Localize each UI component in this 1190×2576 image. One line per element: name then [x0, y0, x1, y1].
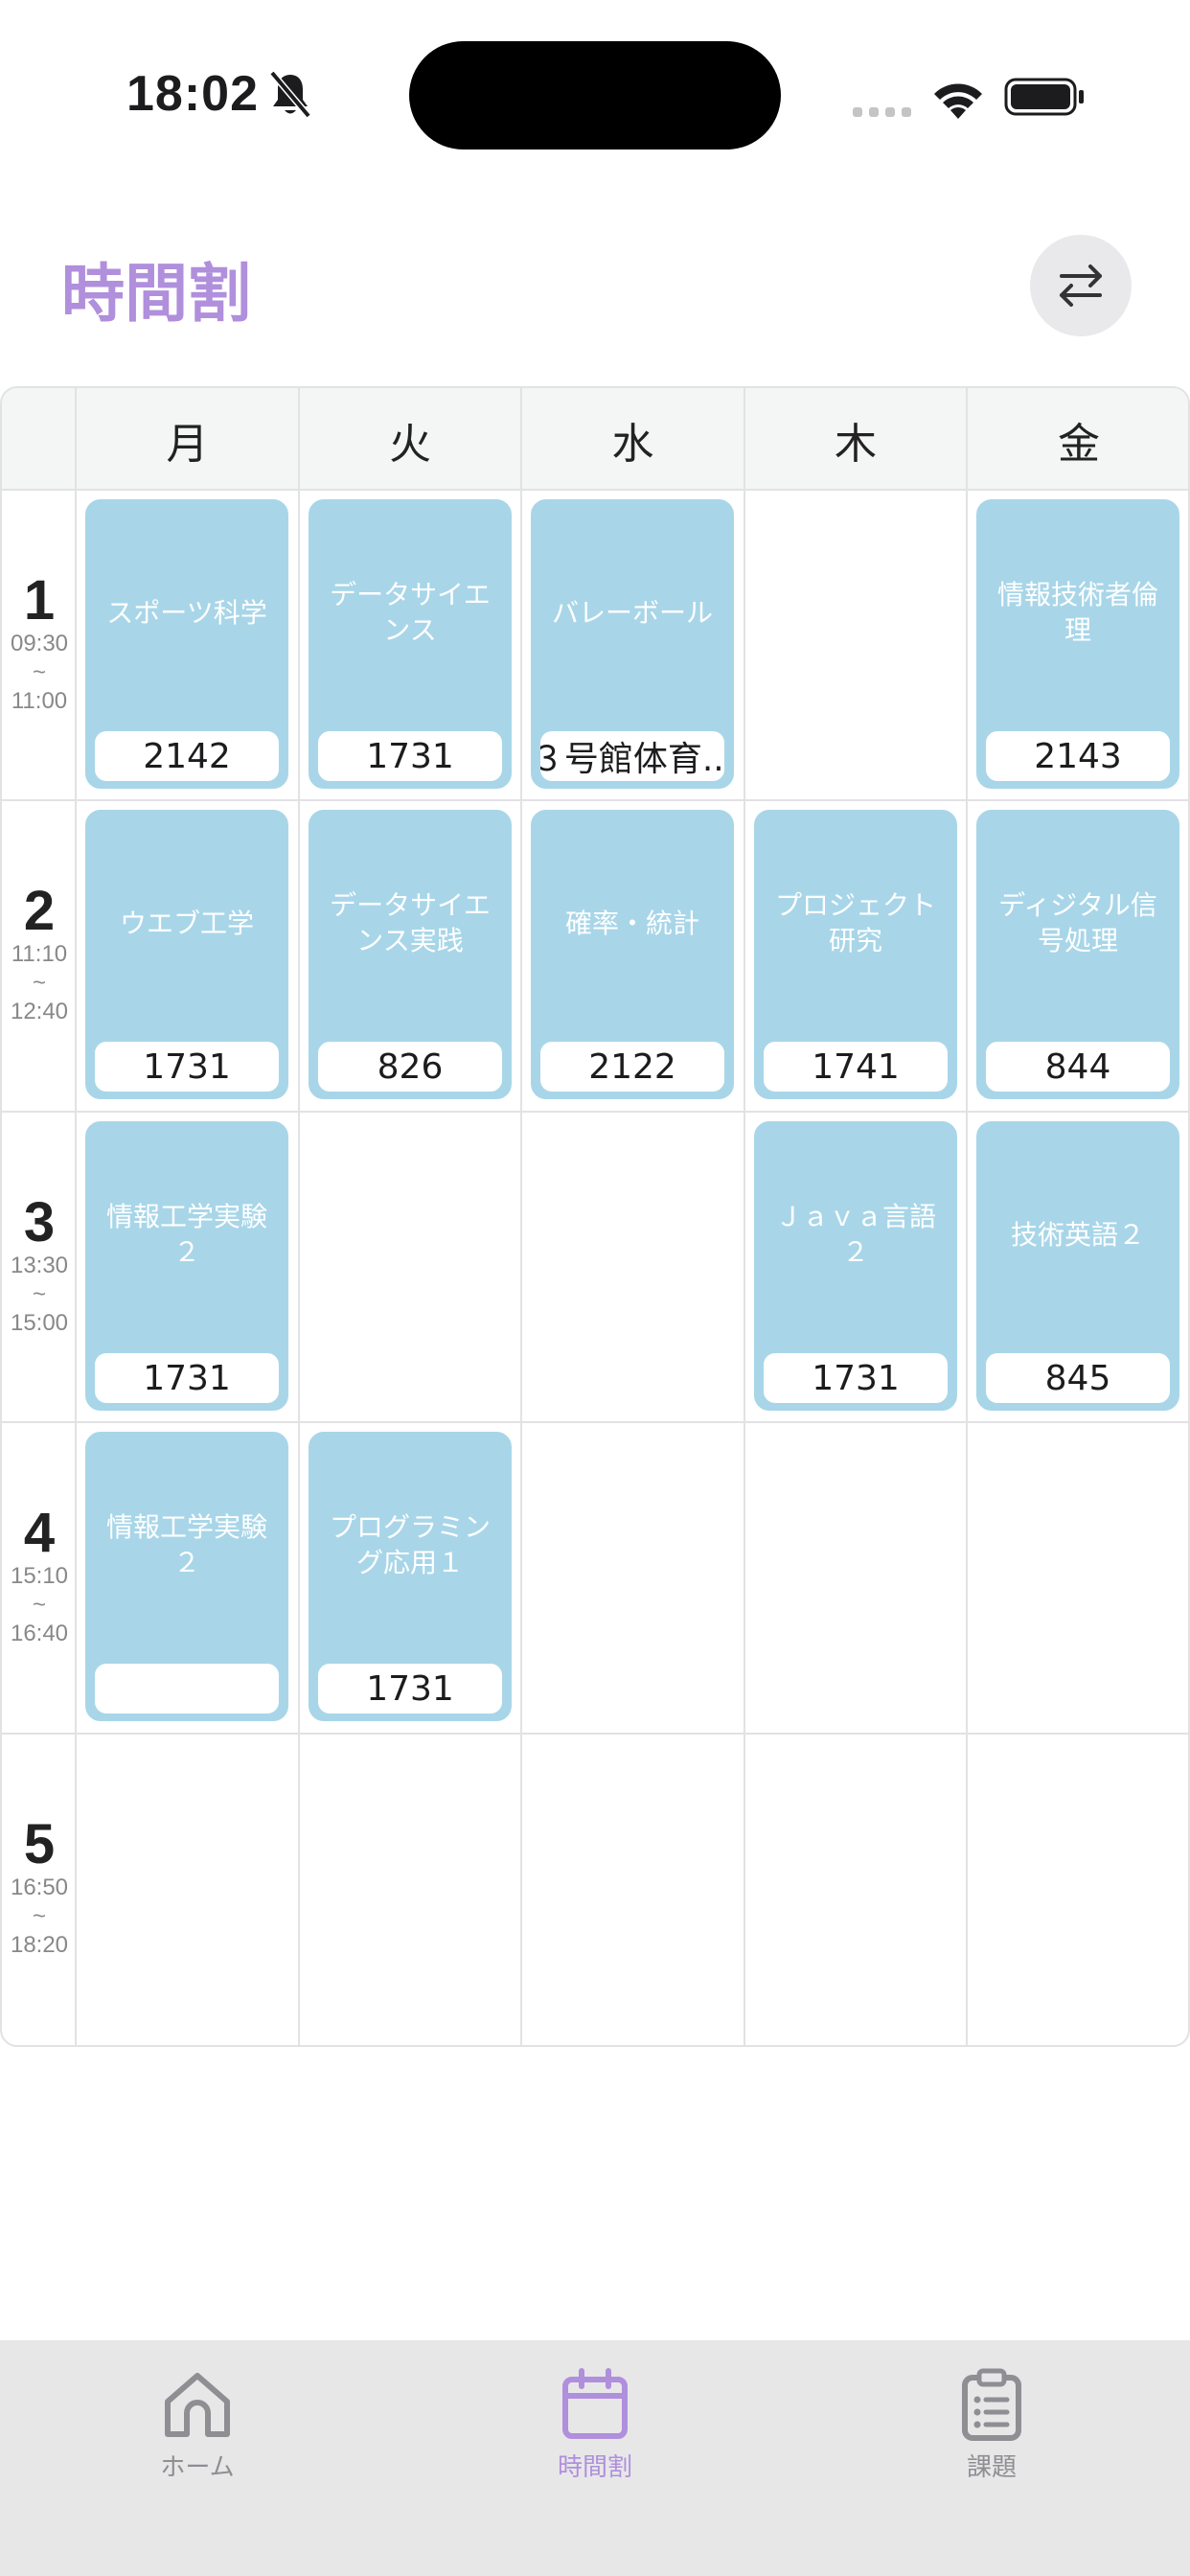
course-room: 1731: [764, 1353, 948, 1403]
course-name: 情報工学実験２: [105, 1201, 267, 1268]
battery-icon: [1004, 78, 1084, 116]
period-label-4: 4 15:10 ~ 16:40: [2, 1505, 77, 1648]
period-time-separator: ~: [32, 659, 46, 685]
swap-arrows-icon: [1060, 264, 1102, 307]
period-time-separator: ~: [32, 1903, 46, 1929]
course-card[interactable]: Ｊａｖａ言語２ 1731: [754, 1121, 957, 1411]
course-name: ウエブ工学: [119, 907, 254, 939]
period-end-time: 11:00: [11, 688, 68, 714]
period-end-time: 16:40: [10, 1621, 69, 1646]
course-card[interactable]: 確率・統計 2122: [531, 810, 734, 1099]
tab-label: 課題: [966, 2453, 1017, 2482]
tab-home[interactable]: ホーム: [82, 2359, 312, 2513]
home-icon: [165, 2373, 230, 2437]
tab-label: ホーム: [160, 2453, 235, 2482]
course-card[interactable]: スポーツ科学 2142: [85, 499, 288, 789]
course-name: プログラミング応用１: [329, 1511, 491, 1578]
page-title: 時間割: [61, 257, 251, 331]
course-card[interactable]: データサイエンス実践 826: [309, 810, 512, 1099]
period-label-2: 2 11:10 ~ 12:40: [2, 883, 77, 1026]
course-room: 1731: [95, 1042, 279, 1092]
period-start-time: 15:10: [10, 1563, 69, 1589]
course-card[interactable]: 情報工学実験２ 1731: [85, 1121, 288, 1411]
dynamic-island: [409, 41, 781, 150]
day-header-fri: 金: [1058, 419, 1100, 469]
course-name: 情報技術者倫理: [996, 579, 1158, 646]
course-name: 技術英語２: [1010, 1218, 1145, 1251]
wifi-icon: [934, 83, 982, 119]
period-label-3: 3 13:30 ~ 15:00: [2, 1194, 77, 1338]
period-end-time: 12:40: [10, 999, 69, 1024]
course-room: 2143: [986, 731, 1170, 781]
course-name: 情報工学実験２: [105, 1511, 267, 1578]
cellular-signal-icon: [853, 107, 911, 117]
course-card[interactable]: 情報技術者倫理 2143: [976, 499, 1179, 789]
status-time: 18:02: [126, 66, 259, 122]
course-room: 2122: [540, 1042, 724, 1092]
period-start-time: 11:10: [11, 941, 68, 967]
course-room: 844: [986, 1042, 1170, 1092]
timetable-grid: 月 火 水 木 金 1 09:30 ~ 11:00 2 11:10 ~ 12:4…: [0, 386, 1190, 2047]
tab-bar: ホーム 時間割 課題: [0, 2340, 1190, 2576]
period-start-time: 16:50: [10, 1874, 69, 1900]
course-card[interactable]: ディジタル信号処理 844: [976, 810, 1179, 1099]
course-room: 1731: [318, 1664, 502, 1714]
course-card[interactable]: 技術英語２ 845: [976, 1121, 1179, 1411]
tab-timetable[interactable]: 時間割: [480, 2359, 710, 2513]
course-room: 2142: [95, 731, 279, 781]
period-time-separator: ~: [32, 970, 46, 996]
course-name: Ｊａｖａ言語２: [774, 1201, 936, 1268]
day-header-thu: 木: [835, 419, 877, 469]
period-time-separator: ~: [32, 1592, 46, 1618]
course-name: バレーボール: [551, 596, 713, 629]
course-card[interactable]: 情報工学実験２: [85, 1432, 288, 1721]
course-name: ディジタル信号処理: [998, 889, 1157, 956]
course-room: 1741: [764, 1042, 948, 1092]
course-card[interactable]: バレーボール ３号館体育...: [531, 499, 734, 789]
course-card[interactable]: ウエブ工学 1731: [85, 810, 288, 1099]
course-room: 845: [986, 1353, 1170, 1403]
course-name: プロジェクト研究: [774, 889, 936, 956]
course-name: スポーツ科学: [106, 596, 267, 629]
period-start-time: 13:30: [10, 1253, 69, 1278]
period-label-5: 5 16:50 ~ 18:20: [2, 1816, 77, 1960]
course-card[interactable]: プロジェクト研究 1741: [754, 810, 957, 1099]
calendar-icon: [562, 2368, 628, 2439]
course-name: 確率・統計: [564, 907, 699, 939]
swap-view-button[interactable]: [1030, 235, 1132, 336]
status-bar: 18:02: [0, 0, 1190, 192]
course-room: [95, 1664, 279, 1714]
period-number: 4: [23, 1502, 56, 1564]
period-label-1: 1 09:30 ~ 11:00: [2, 572, 77, 716]
course-room: 826: [318, 1042, 502, 1092]
course-room: 1731: [318, 731, 502, 781]
day-header-wed: 水: [611, 419, 654, 469]
course-card[interactable]: データサイエンス 1731: [309, 499, 512, 789]
day-header-tue: 火: [389, 419, 431, 469]
tab-label: 時間割: [557, 2453, 632, 2482]
period-end-time: 18:20: [10, 1932, 69, 1958]
period-number: 3: [23, 1191, 56, 1254]
clipboard-icon: [962, 2368, 1021, 2441]
period-end-time: 15:00: [10, 1310, 69, 1336]
period-number: 1: [23, 569, 56, 632]
course-name: データサイエンス実践: [330, 889, 491, 956]
day-header-mon: 月: [166, 419, 209, 469]
course-room: ３号館体育...: [540, 731, 724, 781]
bell-slash-icon: [269, 71, 311, 119]
course-room: 1731: [95, 1353, 279, 1403]
period-time-separator: ~: [32, 1281, 46, 1307]
course-name: データサイエンス: [330, 579, 491, 646]
tab-assignments[interactable]: 課題: [877, 2359, 1107, 2513]
period-start-time: 09:30: [10, 631, 69, 656]
course-card[interactable]: プログラミング応用１ 1731: [309, 1432, 512, 1721]
period-number: 2: [23, 880, 56, 942]
period-number: 5: [23, 1813, 56, 1875]
